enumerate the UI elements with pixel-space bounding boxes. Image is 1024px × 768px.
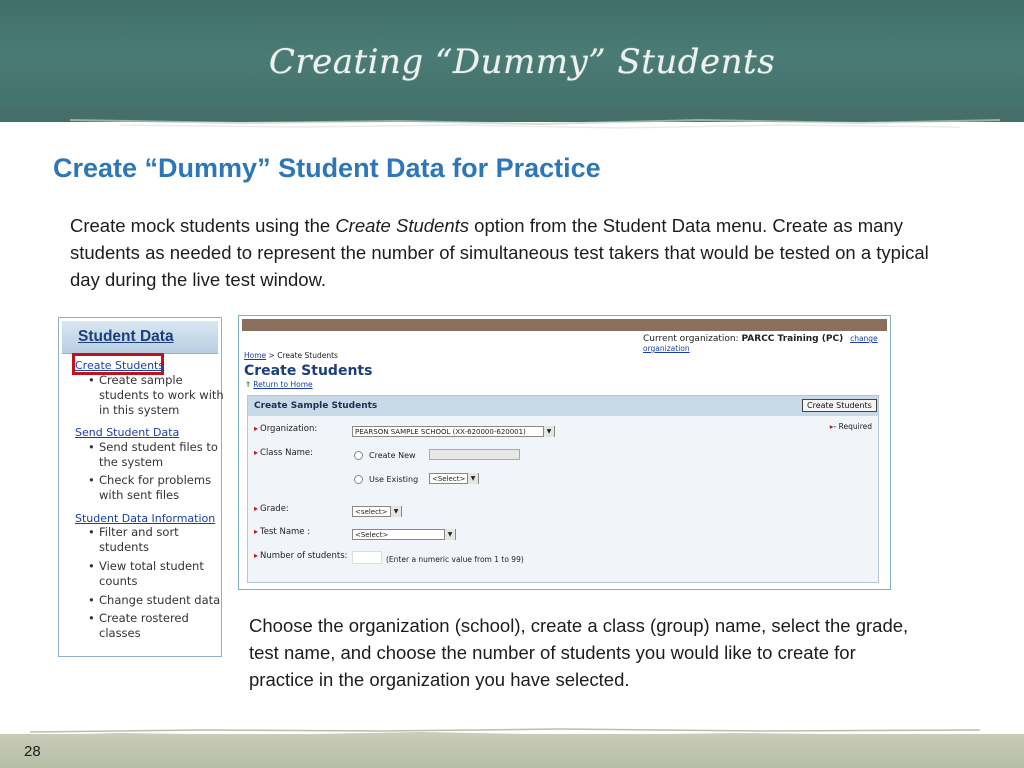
menu-bullet: Create sample students to work with in t… [88, 373, 224, 418]
grade-label: Grade: [254, 504, 289, 514]
grade-select-value: <select> [355, 508, 388, 516]
panel-title: Create Sample Students [254, 401, 378, 411]
create-new-label: Create New [369, 451, 416, 460]
test-name-select[interactable]: <Select> ▼ [352, 529, 456, 540]
section-heading: Create “Dummy” Student Data for Practice [53, 153, 601, 183]
menu-link-send-student-data[interactable]: Send Student Data [75, 426, 179, 439]
up-arrow-icon: ↑ [245, 380, 252, 389]
class-name-label: Class Name: [254, 448, 313, 458]
app-top-bar [242, 319, 887, 331]
chevron-down-icon: ▼ [543, 426, 554, 437]
class-name-input[interactable] [429, 449, 520, 460]
panel-header: Create Sample Students Create Students [248, 396, 878, 416]
menu-header-label[interactable]: Student Data [78, 328, 174, 346]
footer-bar: 28 [0, 734, 1024, 768]
test-name-select-value: <Select> [355, 531, 389, 539]
required-note-text: - Required [833, 422, 872, 431]
create-sample-students-panel: Create Sample Students Create Students ▸… [247, 395, 879, 583]
menu-bullet: Check for problems with sent files [88, 473, 224, 503]
use-existing-select-value: <Select> [432, 475, 466, 483]
intro-emphasis: Create Students [335, 215, 470, 236]
breadcrumb: Home > Create Students [244, 351, 338, 360]
student-data-menu-screenshot: Student Data Create Students Create samp… [58, 317, 224, 657]
menu-bullet: Send student files to the system [88, 440, 224, 470]
menu-bullet: View total student counts [88, 559, 224, 589]
current-org-value: PARCC Training (PC) [741, 334, 844, 344]
number-of-students-hint: (Enter a numeric value from 1 to 99) [386, 555, 524, 564]
create-new-radio[interactable] [354, 451, 363, 460]
menu-header: Student Data [62, 321, 218, 354]
return-home-link[interactable]: Return to Home [253, 380, 312, 389]
current-org-label: Current organization: [643, 334, 739, 344]
menu-bullet: Filter and sort students [88, 525, 224, 555]
create-students-button[interactable]: Create Students [802, 399, 877, 412]
use-existing-radio[interactable] [354, 475, 363, 484]
organization-select[interactable]: PEARSON SAMPLE SCHOOL (XX-620000-620001)… [352, 426, 555, 437]
use-existing-label: Use Existing [369, 475, 419, 484]
organization-label: Organization: [254, 424, 317, 434]
current-organization: Current organization: PARCC Training (PC… [643, 334, 890, 354]
required-note: ▸- Required [830, 422, 872, 431]
number-of-students-input[interactable] [352, 551, 382, 564]
menu-bullet: Create rostered classes [88, 611, 224, 641]
slide-title: Creating “Dummy” Students [268, 42, 776, 82]
test-name-label: Test Name : [254, 527, 310, 537]
breadcrumb-current: > Create Students [266, 351, 338, 360]
caption-paragraph: Choose the organization (school), create… [249, 615, 909, 690]
create-students-form-screenshot: Current organization: PARCC Training (PC… [238, 315, 891, 590]
number-of-students-label: Number of students: [254, 551, 348, 561]
chevron-down-icon: ▼ [390, 506, 401, 517]
chevron-down-icon: ▼ [444, 529, 455, 540]
menu-bullet: Change student data [88, 593, 224, 608]
organization-select-value: PEARSON SAMPLE SCHOOL (XX-620000-620001) [355, 428, 526, 436]
chalkboard-header: Creating “Dummy” Students [0, 0, 1024, 122]
return-home: ↑ Return to Home [245, 380, 313, 389]
page-title: Create Students [244, 363, 373, 379]
page-number: 28 [24, 743, 41, 760]
intro-text-start: Create mock students using the [70, 215, 336, 236]
intro-paragraph: Create mock students using the Create St… [70, 212, 960, 293]
grade-select[interactable]: <select> ▼ [352, 506, 402, 517]
menu-link-student-data-information[interactable]: Student Data Information [75, 512, 215, 525]
breadcrumb-home-link[interactable]: Home [244, 351, 266, 360]
menu-link-create-students[interactable]: Create Students [75, 359, 164, 372]
chalk-edge [0, 108, 1024, 129]
use-existing-select[interactable]: <Select> ▼ [429, 473, 479, 484]
chevron-down-icon: ▼ [467, 473, 478, 484]
